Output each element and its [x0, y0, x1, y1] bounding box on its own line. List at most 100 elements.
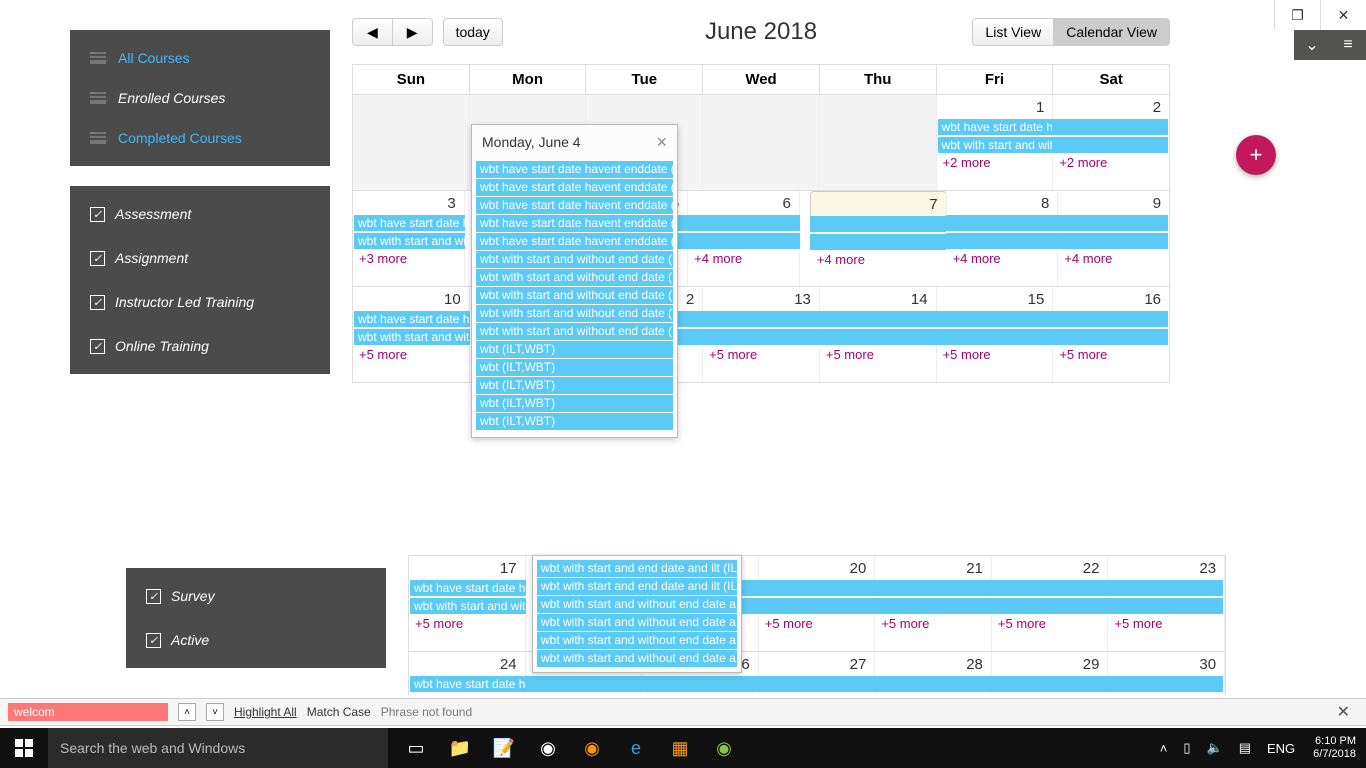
day-cell[interactable]: 14 +5 more	[820, 287, 937, 382]
event[interactable]: wbt with start and without end date a	[537, 650, 737, 667]
event[interactable]	[641, 676, 759, 693]
chrome-icon[interactable]: ◉	[526, 728, 570, 768]
close-window-icon[interactable]: ✕	[1320, 0, 1366, 30]
match-case-label[interactable]: Match Case	[307, 705, 371, 719]
day-cell[interactable]	[820, 95, 937, 190]
tray-chevron-icon[interactable]: ˄	[1154, 741, 1174, 756]
event[interactable]: wbt have start date havent enddate (WBT)	[938, 119, 1054, 136]
event[interactable]: wbt with start and without end date a	[537, 596, 737, 613]
day-cell[interactable]: 1 wbt have start date havent enddate (WB…	[937, 95, 1054, 190]
tray-notification-icon[interactable]: ▤	[1233, 740, 1257, 756]
event[interactable]: wbt with start and without end date a	[537, 614, 737, 631]
event[interactable]	[758, 676, 876, 693]
hamburger-icon[interactable]: ≡	[1330, 30, 1366, 60]
event[interactable]: wbt with start and without end date (WBT…	[938, 137, 1054, 154]
event[interactable]: wbt have start date havent enddate (	[476, 233, 673, 250]
start-button[interactable]	[0, 728, 48, 768]
event[interactable]: wbt with start and end date and ilt (IL	[537, 578, 737, 595]
event[interactable]: wbt (ILT,WBT)	[476, 341, 673, 358]
highlight-all-label[interactable]: Highlight All	[234, 705, 297, 719]
event[interactable]	[1107, 580, 1223, 597]
more-link[interactable]: +5 more	[1059, 347, 1107, 362]
event[interactable]: wbt with start and wit	[410, 598, 526, 615]
event[interactable]	[991, 580, 1109, 597]
checkbox-checked-icon[interactable]: ✓	[146, 633, 161, 648]
event[interactable]: wbt (ILT,WBT)	[476, 377, 673, 394]
more-link[interactable]: +4 more	[694, 251, 742, 266]
day-cell[interactable]: 27	[759, 652, 876, 695]
event[interactable]	[936, 329, 1054, 346]
more-link[interactable]: +5 more	[826, 347, 874, 362]
dropdown-chevron-icon[interactable]: ⌄	[1294, 30, 1330, 60]
filter-ilt[interactable]: ✓Instructor Led Training	[70, 280, 330, 324]
event[interactable]: wbt have start date havent enddate (WBT)	[410, 676, 526, 693]
edge-icon[interactable]: e	[614, 728, 658, 768]
event[interactable]	[810, 216, 947, 233]
day-cell[interactable]: 20 +5 more	[759, 556, 876, 651]
event[interactable]: wbt have start date h	[354, 215, 465, 232]
event[interactable]	[810, 234, 947, 251]
event[interactable]	[991, 676, 1109, 693]
checkbox-checked-icon[interactable]: ✓	[90, 251, 105, 266]
event[interactable]	[1052, 329, 1168, 346]
day-cell[interactable]: 21 +5 more	[875, 556, 992, 651]
event[interactable]: wbt with start and without end date (	[476, 269, 673, 286]
day-cell[interactable]: 24 wbt have start date havent enddate (W…	[409, 652, 526, 695]
nav-all-courses[interactable]: All Courses	[70, 38, 330, 78]
day-cell[interactable]: 10 wbt have start date h wbt with start …	[353, 287, 470, 382]
today-button[interactable]: today	[443, 18, 503, 46]
more-link[interactable]: +5 more	[765, 616, 813, 631]
event[interactable]	[1107, 676, 1223, 693]
day-cell[interactable]: 15 +5 more	[937, 287, 1054, 382]
more-link[interactable]: +4 more	[953, 251, 1001, 266]
day-cell[interactable]: 28	[875, 652, 992, 695]
checkbox-checked-icon[interactable]: ✓	[90, 295, 105, 310]
app-icon[interactable]: ◉	[702, 728, 746, 768]
close-icon[interactable]: ×	[656, 133, 667, 151]
day-cell[interactable]: 13 +5 more	[703, 287, 820, 382]
more-link[interactable]: +5 more	[998, 616, 1046, 631]
event[interactable]: wbt with start and without end date (	[476, 287, 673, 304]
taskbar-search[interactable]: Search the web and Windows	[48, 728, 388, 768]
event[interactable]	[1107, 598, 1223, 615]
event[interactable]	[702, 329, 820, 346]
firefox-icon[interactable]: ◉	[570, 728, 614, 768]
event[interactable]: wbt (ILT,WBT)	[476, 359, 673, 376]
filter-online[interactable]: ✓Online Training	[70, 324, 330, 368]
nav-completed-courses[interactable]: Completed Courses	[70, 118, 330, 158]
event[interactable]: wbt (ILT,WBT)	[476, 395, 673, 412]
more-link[interactable]: +5 more	[359, 347, 407, 362]
event[interactable]	[758, 598, 876, 615]
file-explorer-icon[interactable]: 📁	[438, 728, 482, 768]
day-cell[interactable]: 23 +5 more	[1108, 556, 1225, 651]
day-cell[interactable]: 3 wbt have start date h wbt with start a…	[353, 191, 465, 286]
event[interactable]: wbt with start and without end date (	[476, 323, 673, 340]
checkbox-checked-icon[interactable]: ✓	[90, 339, 105, 354]
event[interactable]	[525, 676, 643, 693]
event[interactable]	[991, 598, 1109, 615]
notepad-icon[interactable]: 📝	[482, 728, 526, 768]
more-link[interactable]: +5 more	[881, 616, 929, 631]
day-cell[interactable]: 29	[992, 652, 1109, 695]
find-prev-button[interactable]: ˄	[178, 703, 196, 721]
event[interactable]	[874, 676, 992, 693]
event[interactable]: wbt with start and wit	[354, 329, 470, 346]
event[interactable]: wbt with start and wit	[354, 233, 465, 250]
tray-battery-icon[interactable]: ▯	[1177, 740, 1196, 756]
day-cell[interactable]: 16 +5 more	[1053, 287, 1169, 382]
filter-active[interactable]: ✓Active	[126, 618, 386, 662]
filter-survey[interactable]: ✓Survey	[126, 574, 386, 618]
event[interactable]: wbt with start and end date and ilt (IL	[537, 560, 737, 577]
event[interactable]	[874, 580, 992, 597]
event[interactable]	[702, 311, 820, 328]
day-cell[interactable]: 22 +5 more	[992, 556, 1109, 651]
nav-enrolled-courses[interactable]: Enrolled Courses	[70, 78, 330, 118]
event[interactable]: wbt have start date h	[410, 580, 526, 597]
event[interactable]: wbt have start date havent enddate (	[476, 161, 673, 178]
event[interactable]	[1052, 119, 1168, 136]
task-view-icon[interactable]: ▭	[394, 728, 438, 768]
more-link[interactable]: +5 more	[415, 616, 463, 631]
day-cell[interactable]: 6 +4 more	[688, 191, 800, 286]
day-cell[interactable]: 9 +4 more	[1058, 191, 1169, 286]
event[interactable]: wbt with start and without end date (	[476, 305, 673, 322]
